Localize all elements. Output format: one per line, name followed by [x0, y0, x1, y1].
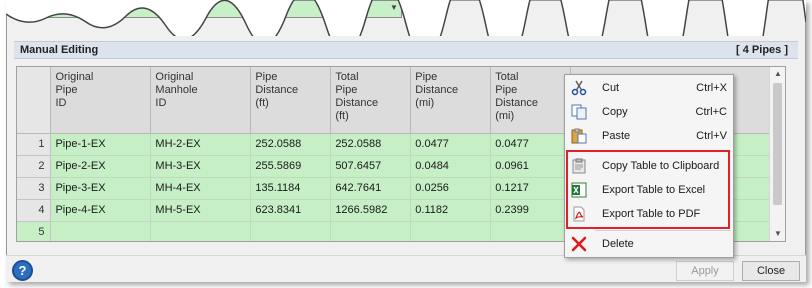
table-cell[interactable]: Pipe-3-EX: [50, 177, 152, 200]
dialog-footer: ? Apply Close: [6, 255, 806, 282]
column-header[interactable]: Original Manhole ID: [150, 67, 252, 134]
table-cell[interactable]: MH-2-EX: [150, 133, 252, 156]
column-header[interactable]: Pipe Distance (ft): [250, 67, 332, 134]
table-cell[interactable]: 135.1184: [250, 177, 332, 200]
table-cell[interactable]: [330, 221, 412, 241]
table-cell[interactable]: 642.7641: [330, 177, 412, 200]
scissors-icon: [571, 80, 587, 96]
table-cell[interactable]: Pipe-1-EX: [50, 133, 152, 156]
row-number[interactable]: 1: [17, 133, 52, 156]
table-cell[interactable]: [490, 221, 572, 241]
column-header[interactable]: Total Pipe Distance (ft): [330, 67, 412, 134]
section-title: Manual Editing: [20, 44, 99, 56]
menu-item-label: Paste: [602, 130, 631, 142]
table-cell[interactable]: [250, 221, 332, 241]
table-cell[interactable]: Pipe-4-EX: [50, 199, 152, 222]
row-number[interactable]: 4: [17, 199, 52, 222]
table-cell[interactable]: MH-5-EX: [150, 199, 252, 222]
menu-item-paste[interactable]: Paste Ctrl+V: [565, 125, 733, 148]
menu-item-cut[interactable]: Cut Ctrl+X: [565, 77, 733, 100]
row-number[interactable]: 3: [17, 177, 52, 200]
scroll-thumb[interactable]: [773, 83, 782, 205]
column-header[interactable]: Original Pipe ID: [50, 67, 152, 134]
menu-item-shortcut: Ctrl+V: [696, 130, 727, 142]
table-cell[interactable]: MH-3-EX: [150, 155, 252, 178]
highlight-box: [566, 150, 730, 229]
copy-icon: [571, 104, 587, 120]
table-cell[interactable]: 0.0477: [410, 133, 492, 156]
table-cell[interactable]: 507.6457: [330, 155, 412, 178]
menu-item-delete[interactable]: Delete: [565, 233, 733, 256]
table-cell[interactable]: 0.1182: [410, 199, 492, 222]
close-button[interactable]: Close: [742, 261, 800, 281]
column-header-label: Original Manhole ID: [155, 71, 198, 109]
menu-item-label: Copy: [602, 106, 628, 118]
column-header[interactable]: Total Pipe Distance (mi): [490, 67, 572, 134]
table-cell[interactable]: 252.0588: [330, 133, 412, 156]
table-cell[interactable]: MH-4-EX: [150, 177, 252, 200]
column-header-label: Pipe Distance (mi): [415, 71, 459, 109]
column-header-label: Total Pipe Distance (ft): [335, 71, 379, 122]
apply-button[interactable]: Apply: [676, 261, 734, 281]
table-cell[interactable]: 252.0588: [250, 133, 332, 156]
table-cell[interactable]: [410, 221, 492, 241]
vertical-scrollbar[interactable]: ▲ ▼: [769, 67, 785, 241]
column-header[interactable]: Pipe Distance (mi): [410, 67, 492, 134]
table-cell[interactable]: 255.5869: [250, 155, 332, 178]
row-number[interactable]: 5: [17, 221, 52, 241]
table-cell[interactable]: 0.1217: [490, 177, 572, 200]
table-cell[interactable]: 0.2399: [490, 199, 572, 222]
column-header-label: Total Pipe Distance (mi): [495, 71, 539, 122]
help-icon[interactable]: ?: [12, 260, 33, 281]
table-cell[interactable]: 1266.5982: [330, 199, 412, 222]
table-cell[interactable]: Pipe-2-EX: [50, 155, 152, 178]
table-cell[interactable]: 0.0477: [490, 133, 572, 156]
delete-icon: [571, 236, 587, 252]
menu-item-shortcut: Ctrl+X: [696, 82, 727, 94]
table-cell[interactable]: 0.0256: [410, 177, 492, 200]
paste-icon: [571, 128, 587, 144]
scroll-up-icon[interactable]: ▲: [773, 69, 783, 79]
torn-edge-overlay: [6, 0, 806, 36]
table-cell[interactable]: 0.0961: [490, 155, 572, 178]
row-number[interactable]: 2: [17, 155, 52, 178]
menu-item-label: Cut: [602, 82, 620, 94]
pipe-count: [ 4 Pipes ]: [736, 44, 788, 56]
menu-item-copy[interactable]: Copy Ctrl+C: [565, 101, 733, 124]
corner-cell: [17, 67, 52, 134]
section-header: Manual Editing [ 4 Pipes ]: [14, 41, 798, 59]
menu-item-label: Delete: [602, 238, 634, 250]
menu-separator: [595, 230, 731, 231]
table-cell[interactable]: [50, 221, 152, 241]
table-cell[interactable]: [150, 221, 252, 241]
menu-item-shortcut: Ctrl+C: [695, 106, 727, 118]
table-cell[interactable]: 623.8341: [250, 199, 332, 222]
scroll-down-icon[interactable]: ▼: [773, 229, 783, 239]
table-cell[interactable]: 0.0484: [410, 155, 492, 178]
column-header-label: Original Pipe ID: [55, 71, 94, 109]
column-header-label: Pipe Distance (ft): [255, 71, 299, 109]
